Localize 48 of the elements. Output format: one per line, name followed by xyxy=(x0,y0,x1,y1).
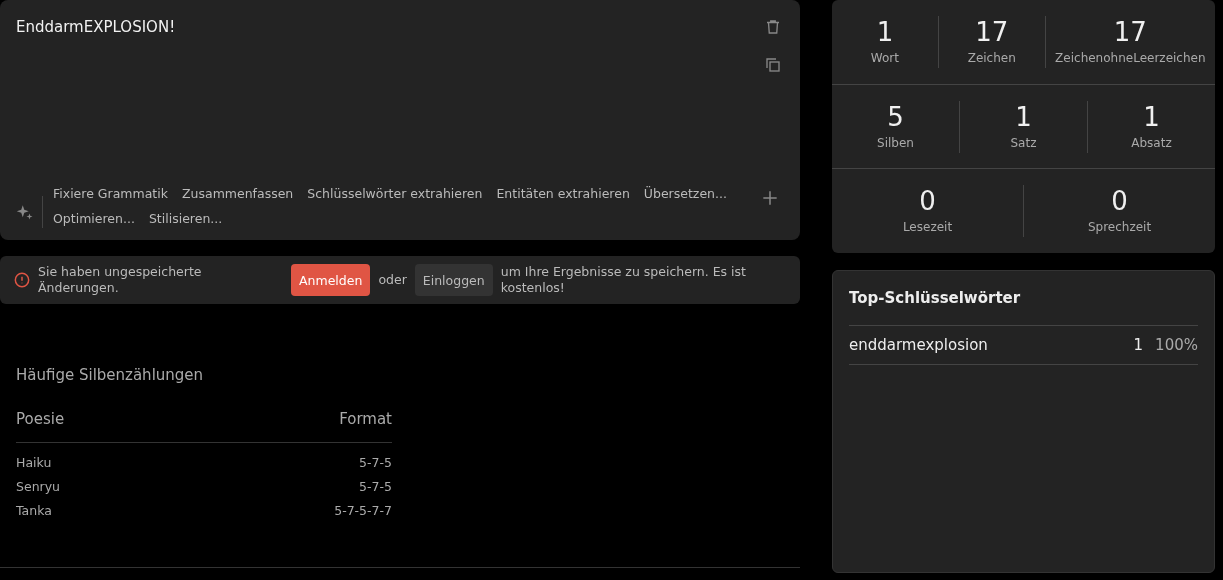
login-button[interactable]: Einloggen xyxy=(414,264,493,296)
action-chip[interactable]: Entitäten extrahieren xyxy=(496,186,630,201)
stat-label: Wort xyxy=(870,50,899,65)
alert-icon xyxy=(14,272,30,288)
notice-text: um Ihre Ergebnisse zu speichern. Es ist kostenlos! xyxy=(500,264,747,296)
stat-value: 1 xyxy=(1143,103,1160,130)
or-text: oder xyxy=(378,272,407,288)
text-editor[interactable]: EnddarmEXPLOSION! Fixiere Grammatik Zusammenfassen Schlüsselwörter extrahieren Entitäten extrahieren Übersetzen... Optimieren... Stilisieren... xyxy=(0,0,800,240)
action-chip[interactable]: Zusammenfassen xyxy=(181,186,294,201)
table-cell-text: 5-7-5 xyxy=(359,455,392,472)
stat-value: 0 xyxy=(1111,188,1128,215)
keyword-share: 100% xyxy=(1155,336,1198,354)
table-cell-text: Tanka xyxy=(16,503,52,520)
stat-value: 5 xyxy=(887,103,904,130)
stat-value: 0 xyxy=(919,188,936,215)
column-header: Poesie xyxy=(16,410,65,428)
keyword-count: 1 xyxy=(1133,336,1144,354)
editor-text: EnddarmEXPLOSION! xyxy=(16,18,176,36)
stat-label: Absatz xyxy=(1131,135,1172,150)
signup-button[interactable]: Anmelden xyxy=(291,264,371,296)
plus-icon[interactable] xyxy=(760,188,780,208)
stat-label: Zeichen xyxy=(967,50,1016,65)
table-cell-text: 5-7-5-7-7 xyxy=(334,503,392,520)
sparkle-icon[interactable] xyxy=(16,203,34,221)
action-chip[interactable]: Stilisieren... xyxy=(148,211,223,226)
stat-label: Satz xyxy=(1010,135,1037,150)
stat-value: 1 xyxy=(876,18,894,45)
stat-value: 1 xyxy=(1015,103,1032,130)
copy-icon[interactable] xyxy=(764,56,782,74)
notice-message: Sie haben ungespeicherte Änderungen. xyxy=(38,264,203,296)
section-title: Häufige Silbenzählungen xyxy=(16,366,205,384)
stat-value: 17 xyxy=(1113,18,1147,45)
action-chip[interactable]: Schlüsselwörter extrahieren xyxy=(307,186,483,201)
keyword: enddarmexplosion xyxy=(849,336,989,354)
table-cell-text: Haiku xyxy=(16,455,52,472)
action-chip[interactable]: Übersetzen... xyxy=(643,186,727,201)
table-cell-text: Senryu xyxy=(16,479,60,496)
stat-label: Sprechzeit xyxy=(1087,220,1152,235)
action-chip[interactable]: Optimieren... xyxy=(53,211,135,226)
trash-icon[interactable] xyxy=(764,18,782,36)
card-title: Top-Schlüsselwörter xyxy=(849,289,1198,326)
column-header: Format xyxy=(339,410,392,428)
stat-label: Lesezeit xyxy=(902,220,953,235)
stat-label: ZeichenohneLeerzeichen xyxy=(1055,50,1206,65)
action-chip[interactable]: Fixiere Grammatik xyxy=(53,186,168,201)
stat-value: 17 xyxy=(975,18,1009,45)
table-cell-text: 5-7-5 xyxy=(359,479,392,496)
stat-label: Silben xyxy=(877,135,914,150)
